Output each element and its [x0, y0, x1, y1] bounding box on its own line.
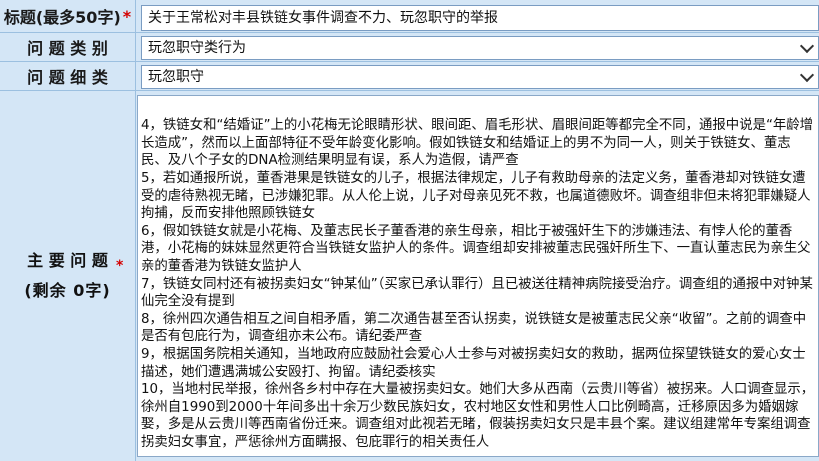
- subcategory-select[interactable]: 玩忽职守: [141, 65, 819, 89]
- category-select[interactable]: 玩忽职守类行为: [141, 36, 819, 60]
- title-input[interactable]: 关于王常松对丰县铁链女事件调查不力、玩忽职守的举报: [141, 5, 819, 31]
- required-mark: *: [116, 258, 124, 274]
- subcategory-label: 问 题 细 类: [0, 62, 136, 90]
- title-input-value: 关于王常松对丰县铁链女事件调查不力、玩忽职守的举报: [148, 10, 498, 26]
- chevron-down-icon: [799, 67, 815, 83]
- issue-row: 主 要 问 题 (剩余 0字) * 4，铁链女和“结婚证”上的小花梅无论眼睛形状…: [0, 91, 819, 461]
- issue-textarea[interactable]: 4，铁链女和“结婚证”上的小花梅无论眼睛形状、眼间距、眉毛形状、眉眼间距等都完全…: [137, 95, 819, 457]
- issue-label-title: 主 要 问 题: [27, 251, 108, 270]
- remaining-count: (剩余 0字): [24, 281, 111, 300]
- required-mark: *: [122, 6, 132, 26]
- issue-label: 主 要 问 题 (剩余 0字): [0, 91, 136, 461]
- report-form: 标题(最多50字) * 关于王常松对丰县铁链女事件调查不力、玩忽职守的举报 问 题…: [0, 0, 819, 461]
- title-label: 标题(最多50字) *: [0, 0, 136, 32]
- category-select-value: 玩忽职守类行为: [148, 40, 246, 56]
- issue-text: 4，铁链女和“结婚证”上的小花梅无论眼睛形状、眼间距、眉毛形状、眉眼间距等都完全…: [141, 118, 815, 450]
- subcategory-select-value: 玩忽职守: [148, 69, 204, 85]
- category-label: 问 题 类 别: [0, 33, 136, 61]
- title-label-text: 标题(最多50字): [3, 8, 121, 27]
- category-row: 问 题 类 别 玩忽职守类行为: [0, 33, 819, 62]
- subcategory-row: 问 题 细 类 玩忽职守: [0, 62, 819, 91]
- chevron-down-icon: [799, 38, 815, 54]
- title-row: 标题(最多50字) * 关于王常松对丰县铁链女事件调查不力、玩忽职守的举报: [0, 0, 819, 33]
